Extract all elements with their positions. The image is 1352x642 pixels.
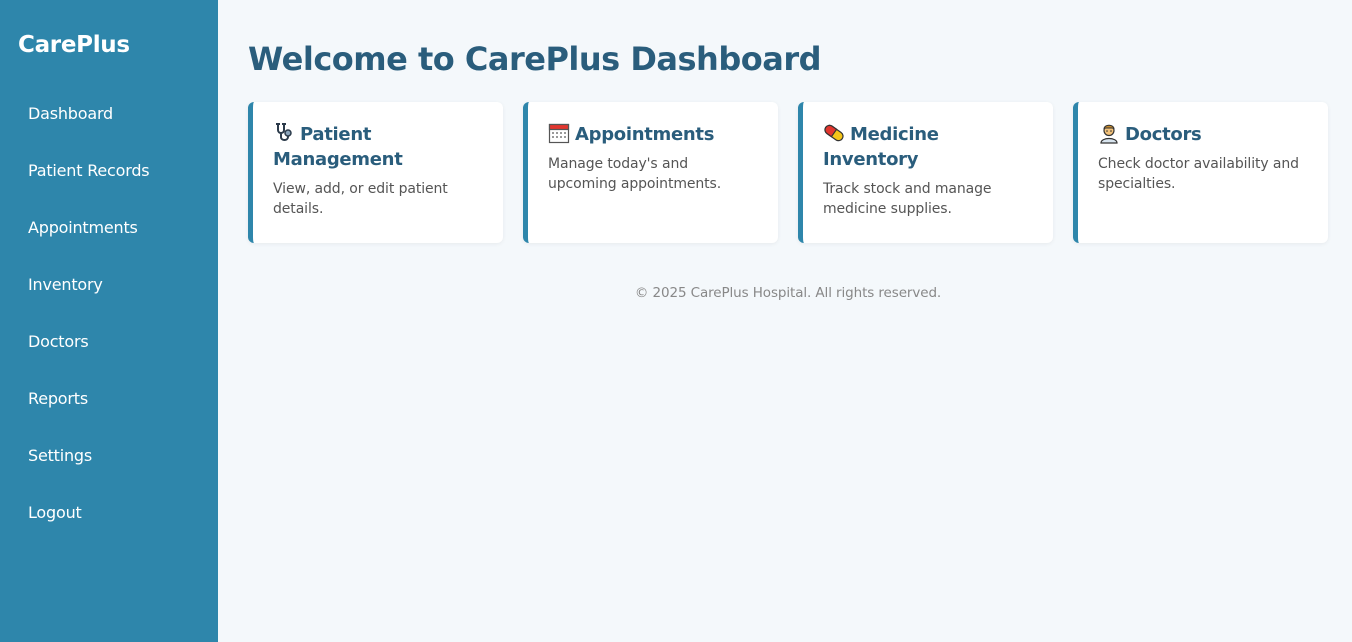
sidebar-item-appointments[interactable]: Appointments	[0, 199, 218, 256]
sidebar-item-inventory[interactable]: Inventory	[0, 256, 218, 313]
main-content: Welcome to CarePlus Dashboard Patient Ma…	[218, 0, 1352, 642]
stethoscope-icon	[273, 122, 295, 144]
brand-logo[interactable]: CarePlus	[0, 0, 218, 85]
card-description: Manage today's and upcoming appointments…	[548, 156, 722, 192]
card-patient-management[interactable]: Patient Management View, add, or edit pa…	[248, 102, 503, 243]
sidebar-item-patient-records[interactable]: Patient Records	[0, 142, 218, 199]
card-medicine-inventory[interactable]: Medicine Inventory Track stock and manag…	[798, 102, 1053, 243]
card-description: View, add, or edit patient details.	[273, 181, 448, 217]
card-title: Appointments	[575, 124, 715, 145]
sidebar: CarePlus Dashboard Patient Records Appoi…	[0, 0, 218, 642]
card-doctors[interactable]: Doctors Check doctor availability and sp…	[1073, 102, 1328, 243]
sidebar-item-dashboard[interactable]: Dashboard	[0, 85, 218, 142]
sidebar-item-logout[interactable]: Logout	[0, 484, 218, 541]
card-description: Check doctor availability and specialtie…	[1098, 156, 1299, 192]
card-title: Doctors	[1125, 124, 1202, 145]
sidebar-item-reports[interactable]: Reports	[0, 370, 218, 427]
sidebar-item-settings[interactable]: Settings	[0, 427, 218, 484]
card-title-wrap: Patient Management	[273, 122, 485, 172]
card-grid: Patient Management View, add, or edit pa…	[248, 102, 1328, 243]
card-description: Track stock and manage medicine supplies…	[823, 181, 992, 217]
calendar-icon	[548, 122, 570, 144]
pill-icon	[823, 122, 845, 144]
page-title: Welcome to CarePlus Dashboard	[248, 40, 822, 78]
card-title-wrap: Doctors	[1098, 122, 1310, 147]
doctor-icon	[1098, 122, 1120, 144]
card-appointments[interactable]: Appointments Manage today's and upcoming…	[523, 102, 778, 243]
sidebar-item-doctors[interactable]: Doctors	[0, 313, 218, 370]
footer-copyright: © 2025 CarePlus Hospital. All rights res…	[634, 285, 942, 301]
card-title-wrap: Appointments	[548, 122, 760, 147]
card-title-wrap: Medicine Inventory	[823, 122, 1035, 172]
